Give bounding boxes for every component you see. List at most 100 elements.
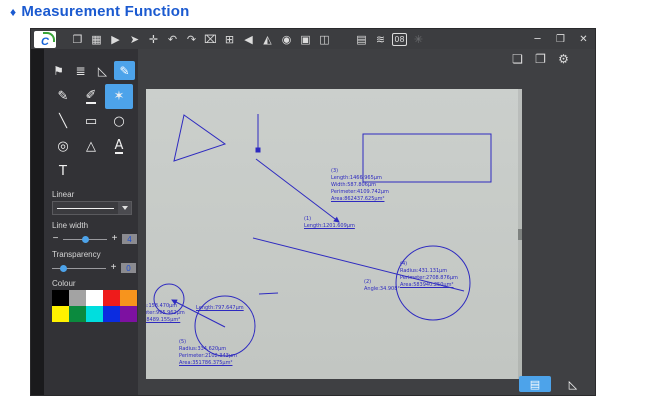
transparency-slider[interactable]: [52, 268, 106, 269]
line-width-plus-button[interactable]: +: [111, 235, 118, 243]
colour-label: Colour: [52, 279, 138, 288]
linear-label: Linear: [52, 190, 138, 199]
crosshair-disabled-icon: ✳: [411, 32, 426, 47]
line-width-label: Line width: [52, 221, 138, 230]
window-titlebar: C ❐ ▦ ▶ ➤ ✛ ↶ ↷ ⌧ ⊞ ◀ ◭ ◉ ▣ ◫ ▤ ≋ 08 ✳ ─ ❒ ✕: [31, 29, 595, 49]
font-color-tool-icon[interactable]: A: [105, 134, 133, 159]
line-style-dropdown[interactable]: [52, 201, 132, 215]
measure-line-1: [256, 159, 339, 222]
colour-swatch-8[interactable]: [103, 306, 120, 322]
select-cursor-icon[interactable]: ➤: [127, 32, 142, 47]
chevron-down-icon: [122, 206, 128, 210]
line-width-value[interactable]: 4: [122, 234, 137, 244]
delete-trash-icon[interactable]: ⌧: [203, 32, 218, 47]
annotation-1[interactable]: (1)Length:1201.609μm: [304, 216, 355, 230]
transparency-slider-row: + 0: [52, 263, 138, 273]
grid-icon[interactable]: ⊞: [222, 32, 237, 47]
triangle-shape: [174, 115, 225, 161]
colour-palette: [52, 290, 137, 322]
save-icon[interactable]: ▦: [89, 32, 104, 47]
transparency-slider-thumb[interactable]: [60, 265, 67, 272]
toolbar-main: ❐ ▦ ▶ ➤ ✛ ↶ ↷ ⌧ ⊞ ◀ ◭ ◉ ▣ ◫: [70, 32, 332, 47]
pencil-tool-icon[interactable]: ✎: [49, 84, 77, 109]
undo-icon[interactable]: ↶: [165, 32, 180, 47]
close-button[interactable]: ✕: [576, 32, 591, 47]
colour-swatch-0[interactable]: [52, 290, 69, 306]
tab-annotation-flag[interactable]: ⚑: [48, 61, 69, 80]
annotation-5[interactable]: (5)Radius:334.620μmPerimeter:2102.343μmA…: [179, 339, 237, 367]
colour-swatch-6[interactable]: [69, 306, 86, 322]
open-folder-icon[interactable]: ❐: [70, 32, 85, 47]
app-window: C ❐▦▶➤✛↶↷⌧⊞◀◭◉▣◫ ▤≋08✳ ─❒✕ ❏❐⚙ ⚑≣◺✎ ✎✐✶╲…: [30, 28, 596, 396]
donut-tool-icon[interactable]: ◎: [49, 134, 77, 159]
dropdown-button[interactable]: [118, 202, 131, 214]
quick-access-bar: ❏ ❐ ⚙: [510, 51, 571, 66]
tab-measure[interactable]: ◺: [92, 61, 113, 80]
page-title-text: Measurement Function: [21, 3, 189, 20]
snapshot-frame-icon[interactable]: ▣: [298, 32, 313, 47]
minimize-button[interactable]: ─: [530, 32, 545, 47]
line-endpoint-dot: [256, 148, 260, 152]
sidebar-tabs: ⚑≣◺✎: [48, 61, 138, 80]
canvas-scrollbar-thumb[interactable]: [518, 229, 522, 240]
angle-baseline-2: [259, 293, 278, 294]
diamond-bullet-icon: ♦: [10, 5, 16, 19]
line-width-slider-row: − + 4: [52, 234, 138, 244]
play-icon[interactable]: ▶: [108, 32, 123, 47]
colour-swatch-3[interactable]: [103, 290, 120, 306]
colour-swatch-1[interactable]: [69, 290, 86, 306]
annotation-shapes: [146, 89, 522, 379]
colour-swatch-5[interactable]: [52, 306, 69, 322]
video-record-icon[interactable]: ◫: [317, 32, 332, 47]
line-width-slider[interactable]: [63, 239, 107, 240]
app-logo: C: [34, 31, 56, 48]
window-controls: ─ ❒ ✕: [530, 29, 591, 49]
settings-gear-icon[interactable]: ⚙: [556, 51, 571, 66]
transparency-label: Transparency: [52, 250, 138, 259]
annotation-6[interactable]: (6)Radius:158.470μmPerimeter:995.962μmAr…: [146, 296, 185, 324]
annotation-7[interactable]: Length:797.647μm: [196, 305, 244, 312]
transparency-plus-button[interactable]: +: [110, 264, 117, 272]
sidebar-edge: [31, 49, 44, 396]
flip-horizontal-icon[interactable]: ◀: [241, 32, 256, 47]
measure-view-button[interactable]: ◺: [557, 376, 589, 392]
marker-tool-icon[interactable]: ✐: [77, 84, 105, 109]
annotation-4[interactable]: (4)Radius:431.131μmPerimeter:2708.876μmA…: [400, 261, 458, 289]
mirror-icon[interactable]: ◭: [260, 32, 275, 47]
image-view-button[interactable]: ▤: [519, 376, 551, 392]
measurement-canvas[interactable]: (3)Length:1466.965μmWidth:587.806μmPerim…: [146, 89, 522, 379]
redo-icon[interactable]: ↷: [184, 32, 199, 47]
frame-counter-icon[interactable]: 08: [392, 33, 407, 46]
tab-draw[interactable]: ✎: [114, 61, 135, 80]
tab-adjustments[interactable]: ≣: [70, 61, 91, 80]
bottom-view-bar: ▤◺: [519, 376, 589, 392]
colour-swatch-7[interactable]: [86, 306, 103, 322]
annotation-3[interactable]: (3)Length:1466.965μmWidth:587.806μmPerim…: [331, 168, 389, 203]
page-title: ♦ Measurement Function: [10, 3, 190, 20]
line-width-minus-button[interactable]: −: [52, 235, 59, 243]
rectangle-tool-icon[interactable]: ▭: [77, 109, 105, 134]
line-width-slider-thumb[interactable]: [82, 236, 89, 243]
maximize-button[interactable]: ❒: [553, 32, 568, 47]
colour-swatch-2[interactable]: [86, 290, 103, 306]
pan-hand-icon[interactable]: ✛: [146, 32, 161, 47]
camera-capture-icon[interactable]: ◉: [279, 32, 294, 47]
colour-swatch-9[interactable]: [120, 306, 137, 322]
logo-signal-arc-icon: [43, 32, 55, 42]
drawing-tool-grid: ✎✐✶ ╲▭○ ◎△A T: [49, 84, 138, 184]
import-folder-button[interactable]: ❐: [533, 51, 548, 66]
ellipse-tool-icon[interactable]: ○: [105, 109, 133, 134]
text-tool-icon[interactable]: T: [49, 159, 77, 184]
image-gallery-icon[interactable]: ▤: [354, 32, 369, 47]
triangle-tool-icon[interactable]: △: [77, 134, 105, 159]
annotation-2[interactable]: (2)Angle:34.908°: [364, 279, 400, 293]
tool-sidebar: ⚑≣◺✎ ✎✐✶╲▭○◎△AT Linear Line width − + 4 …: [44, 49, 138, 396]
line-style-preview: [57, 208, 114, 209]
transparency-value[interactable]: 0: [121, 263, 136, 273]
canvas-scrollbar[interactable]: [518, 89, 522, 379]
layers-icon[interactable]: ≋: [373, 32, 388, 47]
magic-wand-tool-icon[interactable]: ✶: [105, 84, 133, 109]
colour-swatch-4[interactable]: [120, 290, 137, 306]
export-folder-button[interactable]: ❏: [510, 51, 525, 66]
line-tool-icon[interactable]: ╲: [49, 109, 77, 134]
